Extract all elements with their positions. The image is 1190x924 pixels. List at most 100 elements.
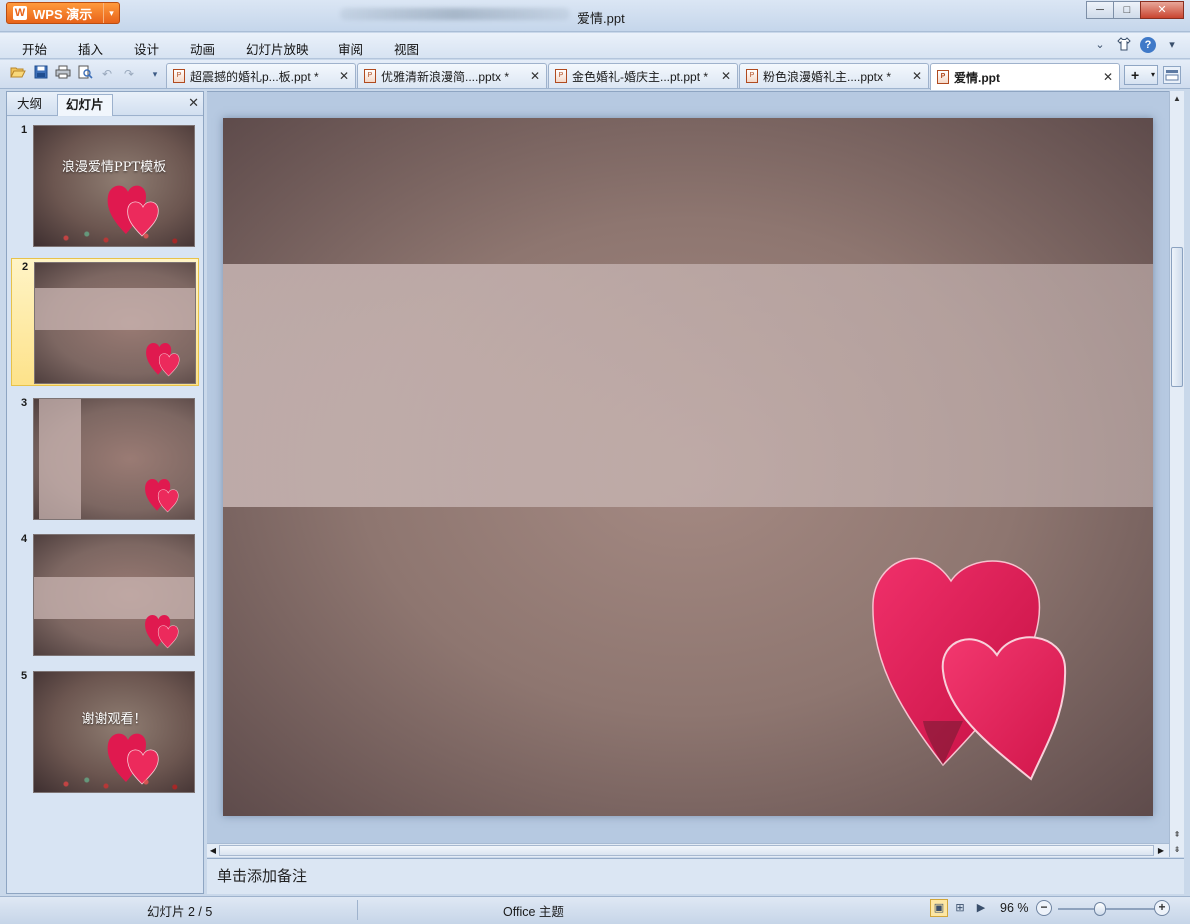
open-icon[interactable] (9, 65, 27, 83)
wps-logo-icon: W (13, 6, 27, 20)
document-tab-bar: ↶ ↷ ▾ P 超震撼的婚礼p...板.ppt * ✕ P 优雅清新浪漫简...… (0, 60, 1190, 90)
tab-label: 金色婚礼-婚庆主...pt.ppt * (572, 69, 709, 84)
slide-number: 1 (21, 124, 28, 136)
minimize-button[interactable]: ─ (1086, 1, 1114, 19)
menu-design[interactable]: 设计 (134, 39, 159, 58)
slide-preview (33, 534, 195, 656)
slide-navigation-pane: 大纲 幻灯片 ✕ 1 浪漫爱情PPT模板 2 3 4 5 谢谢观看！ (6, 91, 204, 894)
slide-thumbnail-5[interactable]: 5 谢谢观看！ (11, 668, 199, 796)
thumbnail-list: 1 浪漫爱情PPT模板 2 3 4 5 谢谢观看！ (7, 117, 203, 893)
zoom-slider-handle[interactable] (1094, 902, 1106, 916)
slide-preview: 谢谢观看！ (33, 671, 195, 793)
scrollbar-thumb[interactable] (219, 845, 1154, 856)
shirt-icon[interactable] (1116, 37, 1132, 53)
hearts-image[interactable] (863, 543, 1073, 783)
slide-thumbnail-1[interactable]: 1 浪漫爱情PPT模板 (11, 122, 199, 250)
vertical-scrollbar[interactable]: ▲ ⇞ ⇟ (1169, 91, 1184, 857)
close-window-button[interactable]: ✕ (1140, 1, 1184, 19)
tab-list-icon[interactable] (1163, 66, 1181, 84)
slide-thumbnail-3[interactable]: 3 (11, 395, 199, 523)
undo-icon[interactable]: ↶ (98, 65, 116, 83)
redo-icon[interactable]: ↷ (120, 65, 138, 83)
slide-thumbnail-4[interactable]: 4 (11, 531, 199, 659)
next-slide-icon[interactable]: ⇟ (1170, 842, 1184, 857)
close-tab-icon[interactable]: ✕ (337, 69, 351, 83)
zoom-slider-track[interactable] (1058, 908, 1156, 910)
close-pane-icon[interactable]: ✕ (188, 95, 199, 111)
tab-label: 粉色浪漫婚礼主....pptx * (763, 69, 892, 84)
save-icon[interactable] (32, 65, 50, 83)
hearts-image (145, 614, 179, 649)
chevron-down-icon[interactable]: ▾ (1151, 66, 1155, 84)
tab-slides[interactable]: 幻灯片 (57, 94, 113, 116)
slide-preview (33, 398, 195, 520)
close-tab-icon[interactable]: ✕ (528, 69, 542, 83)
menu-review[interactable]: 审阅 (338, 39, 363, 58)
scroll-left-icon[interactable]: ◀ (207, 844, 219, 857)
slide-preview (34, 262, 196, 384)
tab-document-2[interactable]: P 优雅清新浪漫简....pptx * ✕ (357, 63, 547, 88)
ppt-file-icon: P (364, 69, 376, 83)
menu-view[interactable]: 视图 (394, 39, 419, 58)
wps-app-menu-button[interactable]: W WPS 演示 ▾ (6, 2, 120, 24)
slide-number: 4 (21, 533, 28, 545)
chevron-down-icon[interactable]: ▾ (103, 3, 119, 23)
slide-preview: 浪漫爱情PPT模板 (33, 125, 195, 247)
hearts-image (145, 478, 179, 513)
content-band (39, 399, 81, 519)
zoom-in-button[interactable]: + (1154, 900, 1170, 916)
help-icon[interactable]: ? (1140, 37, 1156, 53)
divider (357, 900, 358, 920)
new-tab-button[interactable]: + ▾ (1124, 65, 1158, 85)
tab-document-3[interactable]: P 金色婚礼-婚庆主...pt.ppt * ✕ (548, 63, 738, 88)
slide-number: 2 (22, 261, 29, 273)
menu-slideshow[interactable]: 幻灯片放映 (246, 39, 309, 58)
close-tab-icon[interactable]: ✕ (1101, 70, 1115, 84)
zoom-out-button[interactable]: − (1036, 900, 1052, 916)
content-band[interactable] (223, 264, 1153, 507)
content-band (35, 288, 195, 330)
menu-animation[interactable]: 动画 (190, 39, 215, 58)
tab-document-1[interactable]: P 超震撼的婚礼p...板.ppt * ✕ (166, 63, 356, 88)
slide-editing-area (207, 91, 1169, 843)
print-preview-icon[interactable] (76, 65, 94, 83)
menu-insert[interactable]: 插入 (78, 39, 103, 58)
close-tab-icon[interactable]: ✕ (719, 69, 733, 83)
hearts-image (146, 342, 180, 377)
scroll-right-icon[interactable]: ▶ (1155, 844, 1167, 857)
slide-number: 3 (21, 397, 28, 409)
slide-thumbnail-2[interactable]: 2 (11, 258, 199, 386)
window-title: 爱情.ppt (577, 11, 625, 26)
menu-home[interactable]: 开始 (22, 39, 47, 58)
tab-document-4[interactable]: P 粉色浪漫婚礼主....pptx * ✕ (739, 63, 929, 88)
tab-label: 优雅清新浪漫简....pptx * (381, 69, 510, 84)
normal-view-icon[interactable]: ▣ (930, 899, 948, 917)
ppt-file-icon: P (555, 69, 567, 83)
current-slide[interactable] (223, 118, 1153, 816)
close-tab-icon[interactable]: ✕ (910, 69, 924, 83)
window-controls: ─ □ ✕ (1086, 1, 1184, 19)
tab-outline[interactable]: 大纲 (9, 94, 50, 116)
maximize-button[interactable]: □ (1113, 1, 1141, 19)
print-icon[interactable] (54, 65, 72, 83)
slide-counter: 幻灯片 2 / 5 (147, 905, 213, 919)
slideshow-icon[interactable]: ▶ (972, 899, 990, 917)
notes-placeholder: 单击添加备注 (217, 868, 308, 885)
help-dropdown-icon[interactable]: ▾ (1164, 37, 1180, 53)
slide-number: 5 (21, 670, 28, 682)
slide-sorter-icon[interactable]: ⊞ (951, 899, 969, 917)
plus-icon: + (1131, 67, 1140, 83)
app-name: WPS 演示 (33, 6, 93, 22)
customize-toolbar-icon[interactable]: ▾ (146, 65, 164, 83)
chevron-down-icon[interactable]: ⌄ (1092, 37, 1108, 53)
notes-pane[interactable]: 单击添加备注 (207, 858, 1184, 894)
previous-slide-icon[interactable]: ⇞ (1170, 827, 1184, 842)
theme-name[interactable]: Office 主题 (503, 901, 564, 920)
zoom-level[interactable]: 96 % (1000, 901, 1029, 915)
scroll-up-icon[interactable]: ▲ (1170, 91, 1184, 106)
slide-title-text: 浪漫爱情PPT模板 (61, 160, 167, 175)
tab-document-active[interactable]: P 爱情.ppt ✕ (930, 63, 1120, 90)
scrollbar-thumb[interactable] (1171, 247, 1183, 387)
ppt-file-icon: P (173, 69, 185, 83)
horizontal-scrollbar[interactable]: ◀ ▶ (207, 843, 1169, 857)
